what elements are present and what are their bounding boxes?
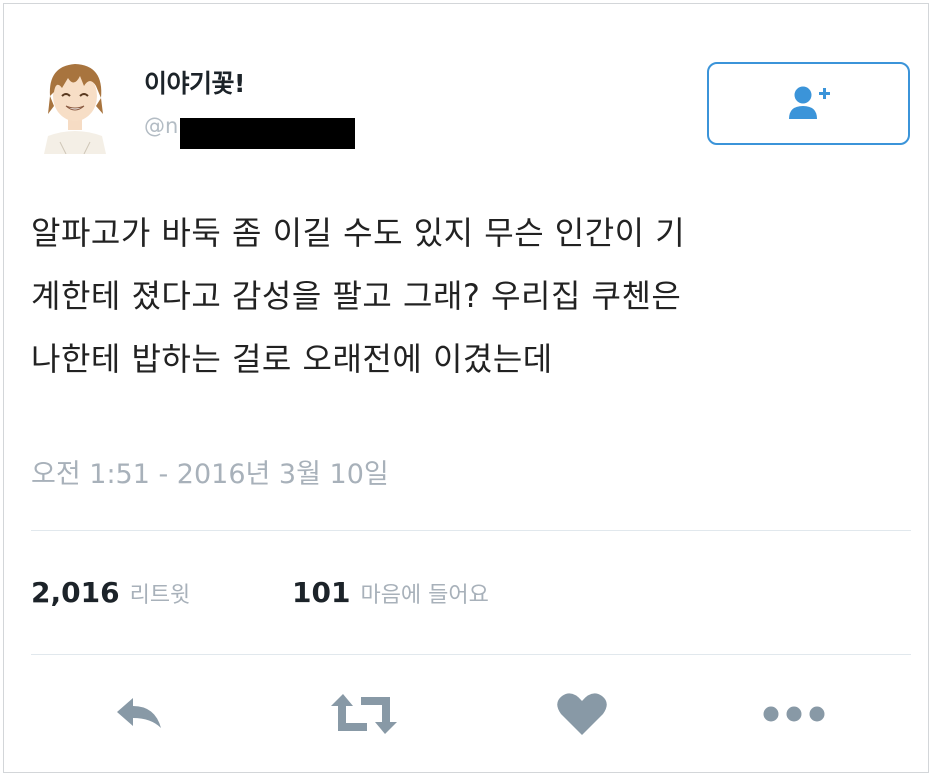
follow-user-icon (788, 86, 830, 119)
user-handle[interactable]: @n (144, 114, 178, 138)
tweet-card: 이야기꽃! @n 알파고가 바둑 좀 이길 수도 있지 무슨 인간이 기 계한테… (3, 3, 929, 773)
reply-icon (117, 698, 161, 728)
handle-redaction-bar (180, 118, 355, 149)
follow-button[interactable] (707, 62, 910, 145)
like-stat[interactable]: 101 마음에 들어요 (292, 576, 489, 609)
retweet-button[interactable] (324, 686, 404, 742)
like-button[interactable] (544, 686, 620, 742)
like-count: 101 (292, 576, 351, 609)
retweet-icon (331, 694, 397, 734)
more-button[interactable] (754, 686, 834, 742)
tweet-timestamp[interactable]: 오전 1:51 - 2016년 3월 10일 (31, 452, 389, 491)
divider (31, 654, 911, 655)
heart-icon (557, 693, 607, 735)
avatar[interactable] (40, 56, 110, 154)
retweet-count: 2,016 (31, 576, 120, 609)
retweet-stat[interactable]: 2,016 리트윗 (31, 576, 190, 609)
display-name[interactable]: 이야기꽃! (144, 64, 245, 100)
avatar-image (40, 56, 110, 154)
retweet-label: 리트윗 (129, 583, 191, 608)
tweet-text: 알파고가 바둑 좀 이길 수도 있지 무슨 인간이 기 계한테 졌다고 감성을 … (31, 214, 686, 378)
divider (31, 530, 911, 531)
like-label: 마음에 들어요 (360, 583, 489, 608)
reply-button[interactable] (104, 686, 174, 742)
more-icon (763, 706, 825, 722)
